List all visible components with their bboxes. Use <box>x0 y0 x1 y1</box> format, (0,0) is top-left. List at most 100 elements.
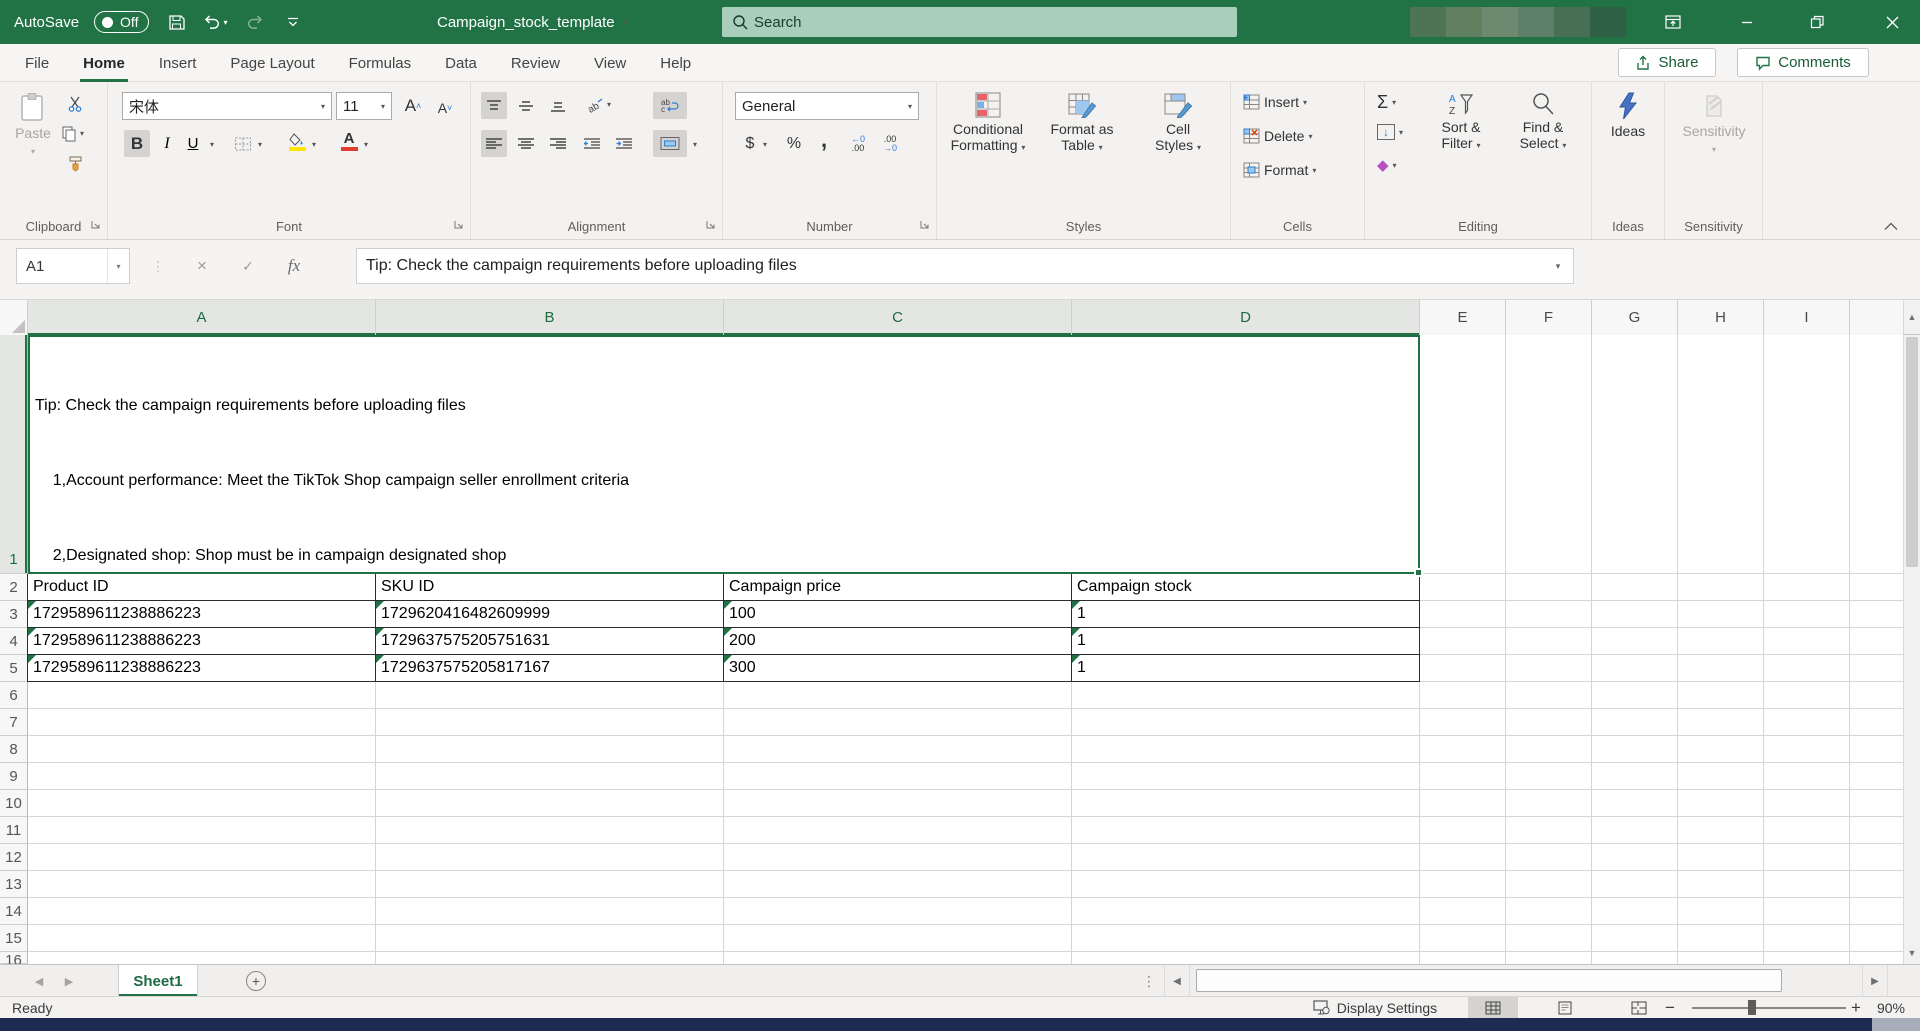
empty-cells[interactable] <box>28 871 1420 898</box>
save-button[interactable] <box>164 8 188 36</box>
row-header-15[interactable]: 15 <box>0 925 28 952</box>
font-color-button[interactable]: A <box>336 128 362 155</box>
insert-function-button[interactable]: fx <box>276 248 312 284</box>
format-cells-button[interactable]: Format▾ <box>1243 162 1316 178</box>
restore-button[interactable] <box>1794 0 1840 44</box>
row-header-4[interactable]: 4 <box>0 628 28 655</box>
cell-b4[interactable]: 1729637575205751631 <box>376 628 724 655</box>
document-title[interactable]: Campaign_stock_template▾ <box>437 0 628 44</box>
row-header-7[interactable]: 7 <box>0 709 28 736</box>
orientation-button[interactable]: ab <box>583 92 609 119</box>
cell-a4[interactable]: 1729589611238886223 <box>27 628 376 655</box>
clear-button[interactable]: ◆▾ <box>1377 156 1397 174</box>
customize-toolbar-button[interactable] <box>281 8 305 36</box>
name-box[interactable]: A1 ▾ <box>16 248 130 284</box>
page-layout-view-button[interactable] <box>1542 997 1588 1018</box>
ribbon-display-options-button[interactable] <box>1650 0 1696 44</box>
conditional-formatting-button[interactable]: ConditionalFormatting ▾ <box>941 82 1035 156</box>
merge-center-button[interactable] <box>653 130 687 157</box>
empty-cells[interactable] <box>1420 736 1903 763</box>
underline-button[interactable]: U <box>180 130 206 157</box>
empty-cells[interactable] <box>28 709 1420 736</box>
fill-color-button[interactable] <box>284 128 310 155</box>
bottom-align-button[interactable] <box>545 92 571 119</box>
bold-button[interactable]: B <box>124 130 150 157</box>
empty-cells[interactable] <box>28 790 1420 817</box>
empty-cells[interactable] <box>28 763 1420 790</box>
column-header-e[interactable]: E <box>1420 300 1506 335</box>
decrease-font-size-button[interactable]: A˅ <box>432 94 458 121</box>
row-header-13[interactable]: 13 <box>0 871 28 898</box>
empty-cells[interactable] <box>28 898 1420 925</box>
tab-file[interactable]: File <box>8 44 66 82</box>
row-header-6[interactable]: 6 <box>0 682 28 709</box>
autosum-button[interactable]: Σ▾ <box>1377 92 1396 113</box>
empty-cells[interactable] <box>1420 898 1903 925</box>
normal-view-button[interactable] <box>1468 997 1518 1018</box>
cell-d5[interactable]: 1 <box>1072 655 1420 682</box>
tab-help[interactable]: Help <box>643 44 708 82</box>
empty-cells[interactable] <box>1420 763 1903 790</box>
cancel-entry-button[interactable]: × <box>184 248 220 284</box>
row-header-5[interactable]: 5 <box>0 655 28 682</box>
row-header-12[interactable]: 12 <box>0 844 28 871</box>
row-header-2[interactable]: 2 <box>0 574 28 601</box>
cell-c5[interactable]: 300 <box>724 655 1072 682</box>
column-header-b[interactable]: B <box>376 300 724 335</box>
top-align-button[interactable] <box>481 92 507 119</box>
row-header-16[interactable]: 16 <box>0 952 28 964</box>
column-header-h[interactable]: H <box>1678 300 1764 335</box>
increase-font-size-button[interactable]: A˄ <box>400 92 426 119</box>
copy-button[interactable]: ▾ <box>60 120 86 147</box>
empty-cells[interactable] <box>1420 655 1903 682</box>
borders-button[interactable] <box>230 130 256 157</box>
sheet-nav-next-icon[interactable]: ▶ <box>56 965 82 997</box>
cell-c4[interactable]: 200 <box>724 628 1072 655</box>
column-header-c[interactable]: C <box>724 300 1072 335</box>
collapse-ribbon-button[interactable] <box>1884 222 1898 231</box>
cell-c3[interactable]: 100 <box>724 601 1072 628</box>
middle-align-button[interactable] <box>513 92 539 119</box>
display-settings-button[interactable]: Display Settings <box>1294 997 1456 1018</box>
vertical-scrollbar[interactable]: ▼ <box>1903 335 1920 964</box>
search-input[interactable]: Search <box>722 7 1237 37</box>
fill-button[interactable]: ↓▾ <box>1377 124 1403 140</box>
expand-formula-bar-icon[interactable]: ▾ <box>1543 249 1573 283</box>
percent-style-button[interactable]: % <box>781 130 807 157</box>
autosave-toggle[interactable]: Off <box>94 11 149 33</box>
cell-b2[interactable]: SKU ID <box>376 574 724 601</box>
row-header-14[interactable]: 14 <box>0 898 28 925</box>
ideas-button[interactable]: Ideas <box>1596 82 1660 139</box>
number-format-combo[interactable]: General▾ <box>735 92 919 120</box>
cell-c2[interactable]: Campaign price <box>724 574 1072 601</box>
row-header-9[interactable]: 9 <box>0 763 28 790</box>
align-right-button[interactable] <box>545 130 571 157</box>
zoom-in-button[interactable]: + <box>1846 997 1866 1018</box>
comments-button[interactable]: Comments <box>1737 48 1869 77</box>
sheet-nav-previous-icon[interactable]: ◀ <box>26 965 52 997</box>
wrap-text-button[interactable]: abc <box>653 92 687 119</box>
share-button[interactable]: Share <box>1618 48 1716 77</box>
font-size-combo[interactable]: 11▾ <box>336 92 392 120</box>
cell-a5[interactable]: 1729589611238886223 <box>27 655 376 682</box>
empty-cells[interactable] <box>1420 817 1903 844</box>
empty-cells[interactable] <box>1420 601 1903 628</box>
empty-cells[interactable] <box>28 952 1420 964</box>
increase-decimal-button[interactable]: ←0.00 <box>845 130 871 157</box>
hscroll-right-button[interactable]: ▶ <box>1862 965 1888 997</box>
formula-input[interactable]: Tip: Check the campaign requirements bef… <box>356 248 1574 284</box>
empty-cells[interactable] <box>28 817 1420 844</box>
row-header-1[interactable]: 1 <box>0 335 28 574</box>
increase-indent-button[interactable] <box>611 130 637 157</box>
cell-b5[interactable]: 1729637575205817167 <box>376 655 724 682</box>
decrease-decimal-button[interactable]: .00→0 <box>877 130 903 157</box>
empty-cells[interactable] <box>1420 682 1903 709</box>
scroll-up-button[interactable]: ▲ <box>1903 300 1920 334</box>
number-dialog-launcher[interactable] <box>920 220 932 232</box>
cell-b3[interactable]: 1729620416482609999 <box>376 601 724 628</box>
vertical-scrollbar-thumb[interactable] <box>1906 337 1918 567</box>
hscroll-left-button[interactable]: ◀ <box>1164 965 1190 997</box>
empty-cells[interactable] <box>1420 871 1903 898</box>
cell-styles-button[interactable]: CellStyles ▾ <box>1133 82 1223 156</box>
align-left-button[interactable] <box>481 130 507 157</box>
